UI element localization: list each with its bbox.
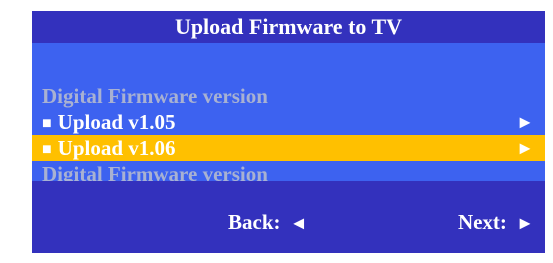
dialog-title-bar: Upload Firmware to TV — [32, 11, 545, 43]
menu-item-label: Upload v1.05 — [57, 110, 176, 134]
arrow-right-icon: ► — [516, 213, 534, 233]
menu-item-upload-v105[interactable]: ■ Upload v1.05 ► — [32, 109, 545, 135]
back-button[interactable]: Back: ◄ — [228, 208, 308, 236]
firmware-upload-dialog: Upload Firmware to TV Digital Firmware v… — [32, 11, 545, 253]
square-bullet-icon: ■ — [42, 141, 52, 158]
next-label: Next: — [457, 210, 507, 234]
dialog-title: Upload Firmware to TV — [174, 14, 403, 39]
arrow-right-icon: ► — [516, 112, 534, 132]
section-label-text: Digital Firmware version — [42, 84, 268, 108]
square-bullet-icon: ■ — [42, 115, 52, 132]
section-label-top: Digital Firmware version — [32, 83, 545, 109]
menu-item-label: Upload v1.06 — [57, 136, 176, 160]
menu-item-upload-v106[interactable]: ■ Upload v1.06 ► — [32, 135, 545, 161]
next-button[interactable]: Next: ► — [458, 208, 534, 236]
back-label: Back: — [228, 210, 281, 234]
tv-menu-screen: Upload Firmware to TV Digital Firmware v… — [0, 0, 553, 263]
arrow-left-icon: ◄ — [289, 213, 308, 233]
dialog-footer: Back: ◄ Next: ► — [32, 181, 545, 253]
arrow-right-icon: ► — [516, 138, 534, 158]
